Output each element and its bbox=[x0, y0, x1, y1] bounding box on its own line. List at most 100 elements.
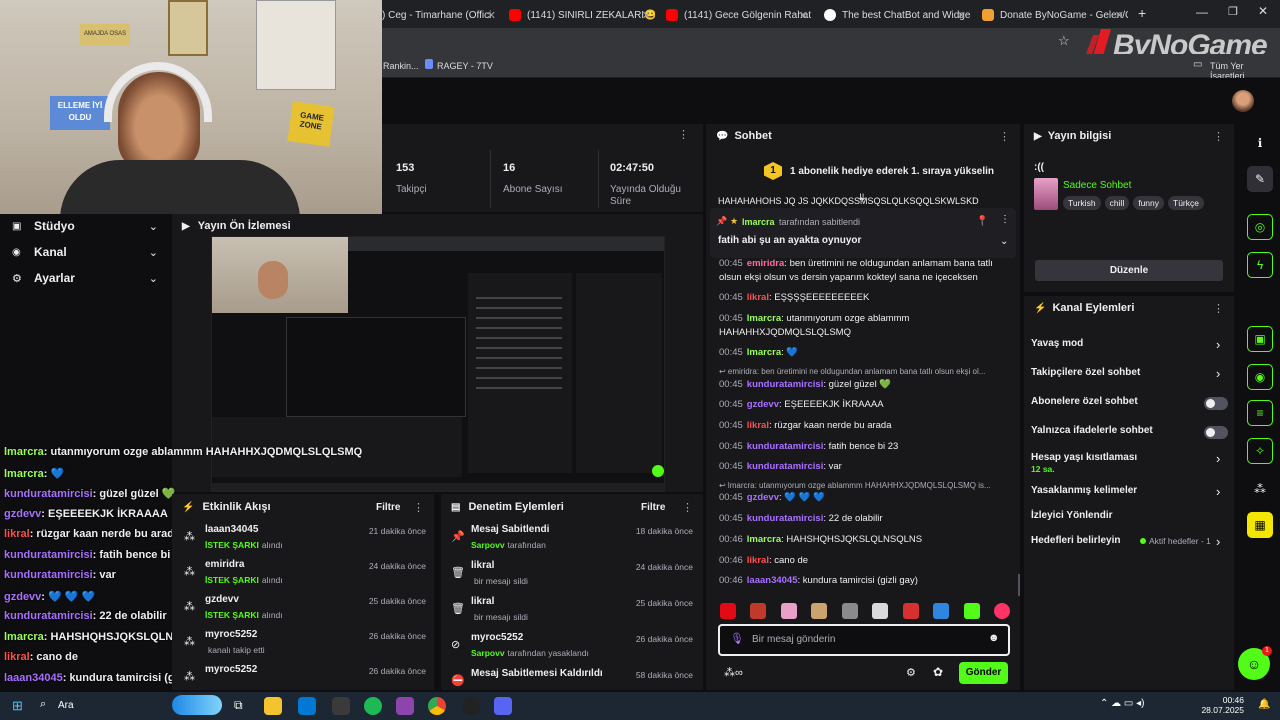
chat-message[interactable]: olsun ekşi olsun vs dersin yaparım kokte… bbox=[719, 271, 978, 285]
channel-action-item[interactable]: Abonelere özel sohbet bbox=[1024, 392, 1234, 416]
chat-scrollbar[interactable] bbox=[1018, 574, 1020, 596]
more-options-icon[interactable]: ⋮ bbox=[678, 128, 689, 141]
chat-username[interactable]: likral bbox=[747, 420, 769, 431]
gear-icon[interactable]: ⚙ bbox=[906, 666, 916, 679]
teams-icon[interactable] bbox=[494, 697, 512, 715]
chat-message[interactable]: 00:45 kunduratamircisi: güzel güzel 💚 bbox=[719, 378, 891, 392]
file-explorer-icon[interactable] bbox=[264, 697, 282, 715]
more-options-icon[interactable]: ⋮ bbox=[1000, 214, 1010, 225]
emote[interactable] bbox=[993, 603, 1010, 619]
minimize-icon[interactable]: — bbox=[1196, 5, 1208, 19]
category-link[interactable]: Sadece Sohbet bbox=[1063, 180, 1131, 191]
emote[interactable] bbox=[811, 603, 828, 619]
emoji-icon[interactable]: ☻ bbox=[988, 632, 1000, 644]
close-icon[interactable]: ✕ bbox=[957, 9, 966, 22]
chat-message[interactable]: 00:45 kunduratamircisi: var bbox=[719, 460, 842, 474]
nav-item-settings[interactable]: ⚙ Ayarlar ⌄ bbox=[12, 268, 170, 288]
moderation-filter-button[interactable]: Filtre bbox=[641, 502, 665, 513]
more-options-icon[interactable]: ⋮ bbox=[999, 130, 1010, 143]
more-options-icon[interactable]: ⋮ bbox=[1213, 302, 1224, 315]
taskbar-search[interactable]: Ara bbox=[58, 700, 74, 711]
channel-action-item[interactable]: Hedefleri belirleyin Aktif hedefler - 1 › bbox=[1024, 531, 1234, 555]
chat-input[interactable]: 🎙 Bir mesaj gönderin ☻ bbox=[718, 624, 1010, 656]
chat-username[interactable]: laaan34045 bbox=[747, 575, 798, 586]
chat-username[interactable]: kunduratamircisi bbox=[747, 441, 824, 452]
chat-username[interactable]: lmarcra bbox=[747, 313, 781, 324]
more-options-icon[interactable]: ⋮ bbox=[682, 501, 693, 514]
edit-button[interactable]: Düzenle bbox=[1035, 260, 1223, 281]
tag[interactable]: funny bbox=[1133, 196, 1165, 210]
emote-turkey-flag[interactable] bbox=[720, 603, 736, 619]
chat-username[interactable]: likral bbox=[747, 292, 769, 303]
restore-icon[interactable]: ❐ bbox=[1228, 5, 1238, 18]
chevron-down-icon[interactable]: ⌄ bbox=[1000, 236, 1008, 247]
close-icon[interactable]: ✕ bbox=[487, 9, 496, 22]
clock[interactable]: 00:46 28.07.2025 bbox=[1200, 695, 1244, 715]
emote[interactable] bbox=[872, 603, 889, 619]
chat-username[interactable]: lmarcra bbox=[747, 534, 781, 545]
chat-message[interactable]: 00:45 kunduratamircisi: fatih bence bi 23 bbox=[719, 440, 898, 454]
channel-action-item[interactable]: Takipçilere özel sohbet › bbox=[1024, 363, 1234, 387]
lightning-icon[interactable]: ϟ bbox=[1247, 252, 1273, 278]
emote[interactable] bbox=[902, 603, 919, 619]
emote[interactable] bbox=[933, 603, 950, 619]
layers-icon[interactable]: ≡ bbox=[1247, 400, 1273, 426]
obs-icon[interactable] bbox=[462, 697, 480, 715]
points-icon[interactable]: ⁂∞ bbox=[724, 666, 743, 679]
chat-message[interactable]: 00:45 likral: rüzgar kaan nerde bu arada bbox=[719, 419, 892, 433]
send-button[interactable]: Gönder bbox=[959, 662, 1008, 684]
new-tab-icon[interactable]: + bbox=[1138, 5, 1146, 21]
chat-message[interactable]: 00:45 likral: EŞŞŞŞEEEEEEEEEK bbox=[719, 291, 869, 305]
close-icon[interactable]: ✕ bbox=[799, 9, 808, 22]
tag[interactable]: chill bbox=[1104, 196, 1130, 210]
activity-filter-button[interactable]: Filtre bbox=[376, 502, 400, 513]
chat-username[interactable]: emiridra bbox=[747, 258, 785, 269]
chat-username[interactable]: kunduratamircisi bbox=[747, 513, 824, 524]
activity-item[interactable]: ⁂ myroc5252 kanalı takip etti 26 dakika önc… bbox=[172, 627, 434, 661]
spotify-icon[interactable] bbox=[364, 697, 382, 715]
chat-message[interactable]: HAHAHHXJQDMQLSLQLSMQ bbox=[719, 326, 851, 340]
chat-message[interactable]: 00:45 lmarcra: 💙 bbox=[719, 346, 798, 360]
more-options-icon[interactable]: ⋮ bbox=[413, 501, 424, 514]
channel-action-item[interactable]: Hesap yaşı kısıtlaması 12 sa. › bbox=[1024, 448, 1234, 474]
activity-item[interactable]: ⁂ emiridra İSTEK ŞARKI alındı 24 dakika önce bbox=[172, 557, 434, 591]
emote[interactable] bbox=[780, 603, 797, 619]
chat-icon[interactable]: ▣ bbox=[1247, 326, 1273, 352]
search-icon[interactable]: ⌕ bbox=[40, 698, 46, 711]
microphone-icon[interactable]: 🎙 bbox=[730, 632, 744, 645]
pencil-icon[interactable]: ✎ bbox=[1247, 166, 1273, 192]
nav-item-channel[interactable]: ◉ Kanal ⌄ bbox=[12, 242, 170, 262]
chat-username[interactable]: likral bbox=[747, 555, 769, 566]
toggle-switch[interactable] bbox=[1204, 426, 1228, 439]
channel-action-item[interactable]: Yavaş mod › bbox=[1024, 334, 1234, 358]
unpin-icon[interactable]: 📍 bbox=[976, 216, 988, 227]
chat-message[interactable]: 00:45 gzdevv: EŞEEEEKJK İKRAAAA bbox=[719, 398, 884, 412]
info-icon[interactable]: ℹ bbox=[1247, 130, 1273, 156]
activity-item[interactable]: ⁂ gzdevv İSTEK ŞARKI alındı 25 dakika önce bbox=[172, 592, 434, 626]
chat-username[interactable]: kunduratamircisi bbox=[747, 379, 824, 390]
more-options-icon[interactable]: ⋮ bbox=[1213, 130, 1224, 143]
moderation-item[interactable]: 📌 Mesaj Sabitlendi Sarpovv tarafından 18 dak… bbox=[441, 522, 703, 556]
moderation-item[interactable]: 🗑 likral bir mesajı sildi 25 dakika önce bbox=[441, 594, 703, 628]
pinned-message[interactable]: 📌 ★ lmarcra tarafından sabitlendi 📍 ⋮ fa… bbox=[710, 208, 1016, 258]
avatar[interactable] bbox=[1232, 90, 1254, 112]
target-icon[interactable]: ◎ bbox=[1247, 214, 1273, 240]
chat-username[interactable]: gzdevv bbox=[747, 399, 779, 410]
browser-tab[interactable]: (1141) Gece Gölgenin Rahatına ✕ bbox=[662, 4, 812, 26]
chat-username[interactable]: kunduratamircisi bbox=[747, 461, 824, 472]
close-icon[interactable]: ✕ bbox=[1115, 9, 1124, 22]
browser-tab[interactable]: (1141) SINIRLI ZEKALARI😀 | S✕ bbox=[505, 4, 655, 26]
broadcast-icon[interactable]: ◉ bbox=[1247, 364, 1273, 390]
category-thumbnail[interactable] bbox=[1034, 178, 1058, 210]
moderation-item[interactable]: 🗑 likral bir mesajı sildi 24 dakika önce bbox=[441, 558, 703, 592]
app-icon[interactable] bbox=[396, 697, 414, 715]
emote[interactable] bbox=[841, 603, 858, 619]
moderation-item[interactable]: ⛔ Mesaj Sabitlemesi Kaldırıldı 58 dakika ö… bbox=[441, 666, 703, 690]
task-view-icon[interactable]: ⧉ bbox=[234, 698, 243, 713]
outlook-icon[interactable] bbox=[298, 697, 316, 715]
close-icon[interactable]: ✕ bbox=[642, 9, 651, 22]
nav-item-studio[interactable]: ▣ Stüdyo ⌄ bbox=[12, 216, 170, 236]
chat-message[interactable]: 00:45 lmarcra: utanmıyorum ozge ablammm bbox=[719, 312, 909, 326]
toggle-switch[interactable] bbox=[1204, 397, 1228, 410]
points-icon[interactable]: ⁂ bbox=[1247, 476, 1273, 502]
